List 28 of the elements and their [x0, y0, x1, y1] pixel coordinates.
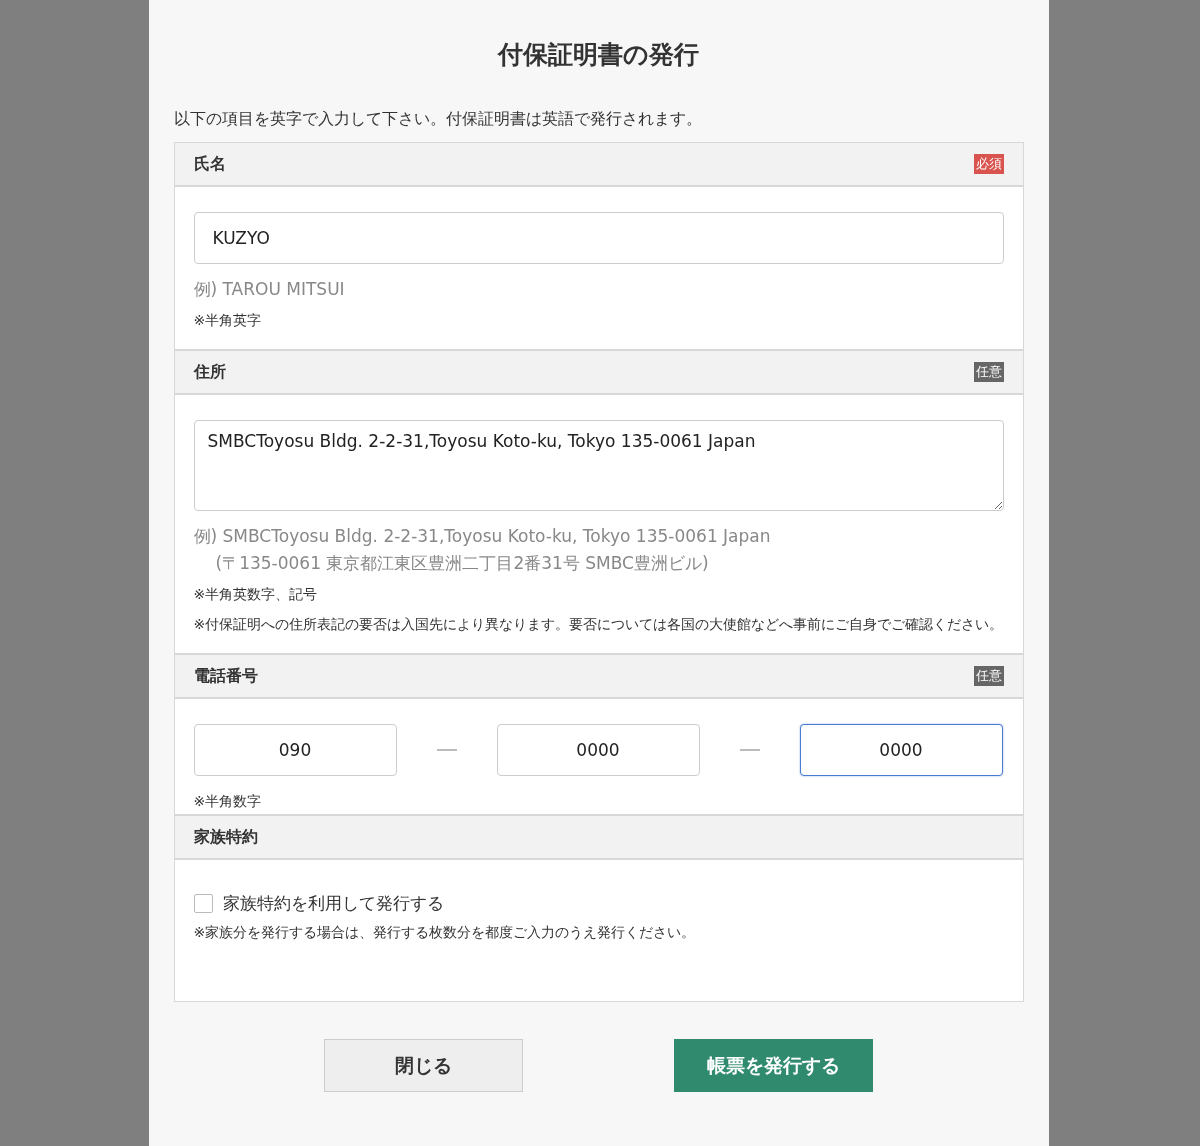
- requirement-tag: 任意: [973, 666, 1004, 686]
- close-button[interactable]: 閉じる: [324, 1039, 523, 1092]
- dash-icon: [739, 749, 760, 751]
- example-text: 例) TAROU MITSUI: [193, 278, 346, 301]
- note-text: ※半角数字: [193, 792, 263, 811]
- address-input[interactable]: SMBCToyosu Bldg. 2-2-31,Toyosu Koto-ku, Tokyo 135-0061 Japan: [193, 420, 1004, 511]
- requirement-tag: 必須: [973, 154, 1004, 174]
- note-text: ※付保証明への住所表記の要否は入国先により異なります。要否については各国の大使館などへ事前にご自身でご確認ください。: [193, 615, 1004, 634]
- section-label: 住所: [193, 361, 226, 383]
- example-text: 例) SMBCToyosu Bldg. 2-2-31,Toyosu Koto-ku, Tokyo 135-0061 Japan: [193, 525, 772, 548]
- requirement-tag: 任意: [973, 362, 1004, 382]
- phone-input[interactable]: 090: [193, 724, 397, 776]
- section-label: 氏名: [193, 153, 226, 175]
- checkbox[interactable]: [193, 894, 213, 913]
- phone-input[interactable]: 0000: [799, 724, 1003, 776]
- checkbox-label[interactable]: 家族特約を利用して発行する: [222, 892, 444, 915]
- instruction-text: 以下の項目を英字で入力して下さい。付保証明書は英語で発行されます。: [173, 109, 703, 130]
- section-label: 家族特約: [193, 826, 258, 848]
- note-text: ※家族分を発行する場合は、発行する枚数分を都度ご入力のうえ発行ください。: [193, 923, 697, 942]
- dialog-title: 付保証明書の発行: [496, 39, 700, 71]
- issue-button[interactable]: 帳票を発行する: [674, 1039, 873, 1092]
- section-label: 電話番号: [193, 665, 258, 687]
- note-text: ※半角英字: [193, 311, 263, 330]
- dash-icon: [436, 749, 457, 751]
- name-input[interactable]: KUZYO: [193, 212, 1004, 264]
- example-text: (〒135-0061 東京都江東区豊洲二丁目2番31号 SMBC豊洲ビル): [214, 552, 710, 575]
- note-text: ※半角英数字、記号: [193, 585, 319, 604]
- phone-input[interactable]: 0000: [496, 724, 700, 776]
